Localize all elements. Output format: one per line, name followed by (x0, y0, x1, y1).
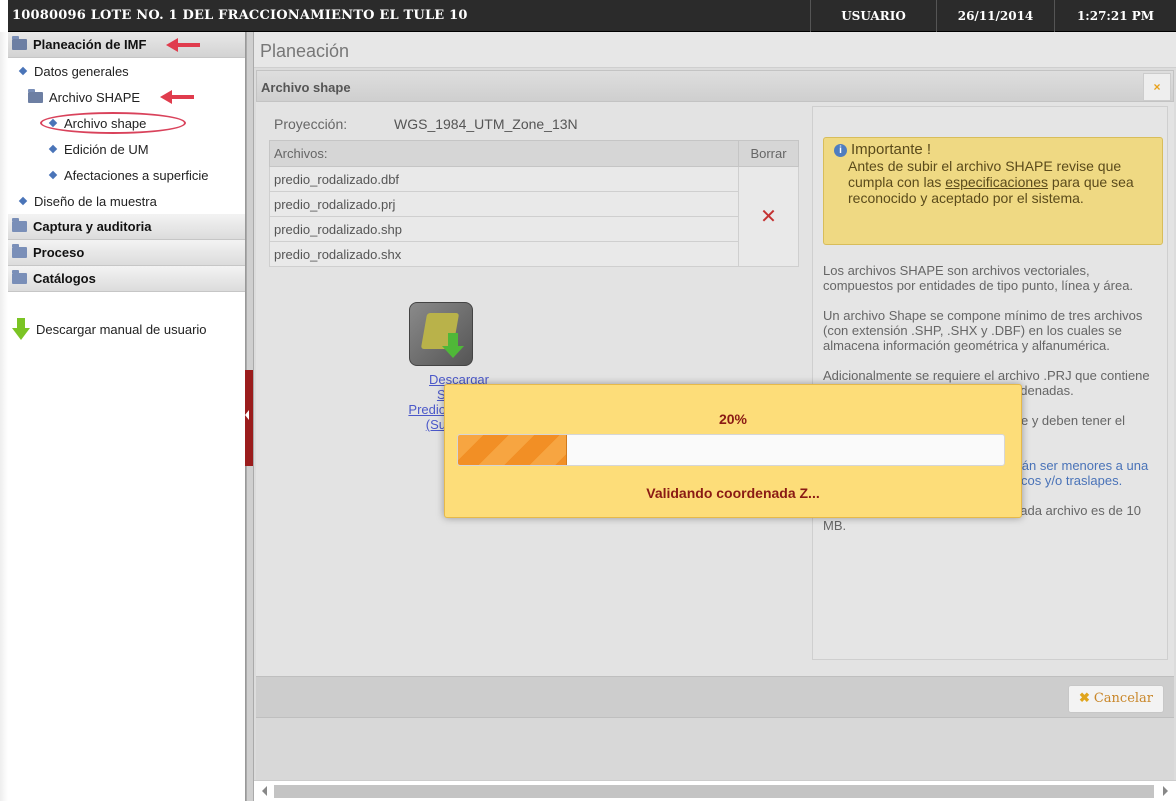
date-label: 26/11/2014 (936, 0, 1054, 32)
table-row: predio_rodalizado.prj (269, 191, 739, 217)
projection-label: Proyección: (274, 116, 348, 132)
panel-header: Archivo shape × (256, 70, 1174, 102)
section-label: Catálogos (33, 271, 96, 286)
section-label: Captura y auditoria (33, 219, 152, 234)
selection-ellipse (40, 112, 186, 134)
bullet-icon (48, 170, 58, 180)
sidebar-item-label: Archivo SHAPE (49, 89, 141, 105)
folder-icon (12, 270, 27, 284)
collapse-arrow-icon (245, 410, 249, 420)
bullet-icon (18, 196, 28, 206)
horizontal-scrollbar[interactable] (254, 780, 1176, 801)
delete-header: Borrar (738, 140, 799, 167)
section-label: Planeación de IMF (33, 37, 147, 52)
files-header: Archivos: (269, 140, 739, 167)
section-label: Proceso (33, 245, 85, 260)
progress-message: Validando coordenada Z... (646, 485, 820, 501)
table-row: predio_rodalizado.shp (269, 216, 739, 242)
record-title: 10080096 LOTE NO. 1 DEL FRACCIONAMIENTO … (12, 8, 468, 23)
progress-dialog: 20% Validando coordenada Z... (444, 384, 1022, 518)
top-bar: 10080096 LOTE NO. 1 DEL FRACCIONAMIENTO … (8, 0, 1176, 32)
empty-area (256, 718, 1174, 780)
sidebar-item-label: Afectaciones a superficie (64, 167, 209, 183)
cancel-button[interactable]: ✖ Cancelar (1068, 685, 1164, 713)
important-title: Importante ! (851, 141, 932, 158)
left-edge (0, 32, 8, 801)
shape-download-icon (409, 302, 473, 366)
cancel-label: Cancelar (1093, 691, 1154, 706)
sidebar-item-edicion[interactable]: Edición de UM (8, 136, 245, 162)
projection-value: WGS_1984_UTM_Zone_13N (394, 116, 578, 132)
download-arrow-icon (12, 318, 30, 340)
table-row: predio_rodalizado.shx (269, 241, 739, 267)
sidebar-item-label: Diseño de la muestra (34, 193, 157, 209)
section-captura[interactable]: Captura y auditoria (8, 214, 245, 240)
delete-x-icon: ✕ (760, 206, 777, 228)
info-icon: i (834, 144, 847, 157)
download-manual-label: Descargar manual de usuario (36, 321, 207, 337)
folder-open-icon (12, 36, 27, 50)
scroll-thumb[interactable] (274, 785, 1154, 798)
sidebar-item-archivo-shape-folder[interactable]: Archivo SHAPE (8, 84, 245, 110)
folder-icon (12, 218, 27, 232)
progress-fill (458, 435, 568, 465)
bullet-icon (18, 66, 28, 76)
files-table: Archivos: Borrar predio_rodalizado.dbf ✕… (269, 140, 799, 267)
cancel-x-icon: ✖ (1078, 691, 1090, 706)
progress-bar (457, 434, 1005, 466)
sidebar-item-label: Datos generales (34, 63, 129, 79)
section-catalogos[interactable]: Catálogos (8, 266, 245, 292)
time-label: 1:27:21 PM (1054, 0, 1176, 32)
sidebar-splitter[interactable] (245, 32, 254, 801)
bullet-icon (48, 144, 58, 154)
panel-title: Archivo shape (261, 80, 351, 95)
close-button[interactable]: × (1143, 73, 1171, 101)
progress-percent: 20% (718, 411, 748, 427)
section-proceso[interactable]: Proceso (8, 240, 245, 266)
sidebar-item-datos[interactable]: Datos generales (8, 58, 245, 84)
sidebar: Planeación de IMF Datos generales Archiv… (8, 32, 246, 801)
folder-icon (12, 244, 27, 258)
download-manual-link[interactable]: Descargar manual de usuario (8, 318, 245, 340)
scroll-left-icon[interactable] (262, 786, 267, 796)
info-paragraph: Los archivos SHAPE son archivos vectoria… (823, 263, 1134, 293)
sidebar-item-archivo-shape[interactable]: Archivo shape (8, 110, 245, 136)
page-title: Planeación (254, 32, 1176, 68)
sidebar-item-diseno[interactable]: Diseño de la muestra (8, 188, 245, 214)
table-row: predio_rodalizado.dbf (269, 166, 739, 192)
info-paragraph: Un archivo Shape se compone mínimo de tr… (823, 308, 1143, 353)
pointer-arrow-icon (160, 90, 194, 104)
folder-open-icon (28, 88, 43, 103)
scroll-right-icon[interactable] (1163, 786, 1168, 796)
user-label[interactable]: USUARIO (810, 0, 936, 32)
footer-bar: ✖ Cancelar (256, 676, 1174, 718)
sidebar-item-label: Edición de UM (64, 141, 149, 157)
info-column: i Importante ! Antes de subir el archivo … (812, 106, 1168, 660)
important-notice: i Importante ! Antes de subir el archivo … (823, 137, 1163, 245)
delete-files-button[interactable]: ✕ (738, 166, 799, 267)
sidebar-item-afectaciones[interactable]: Afectaciones a superficie (8, 162, 245, 188)
pointer-arrow-icon (166, 38, 200, 52)
specifications-link[interactable]: especificaciones (945, 174, 1048, 190)
section-planeacion[interactable]: Planeación de IMF (8, 32, 245, 58)
